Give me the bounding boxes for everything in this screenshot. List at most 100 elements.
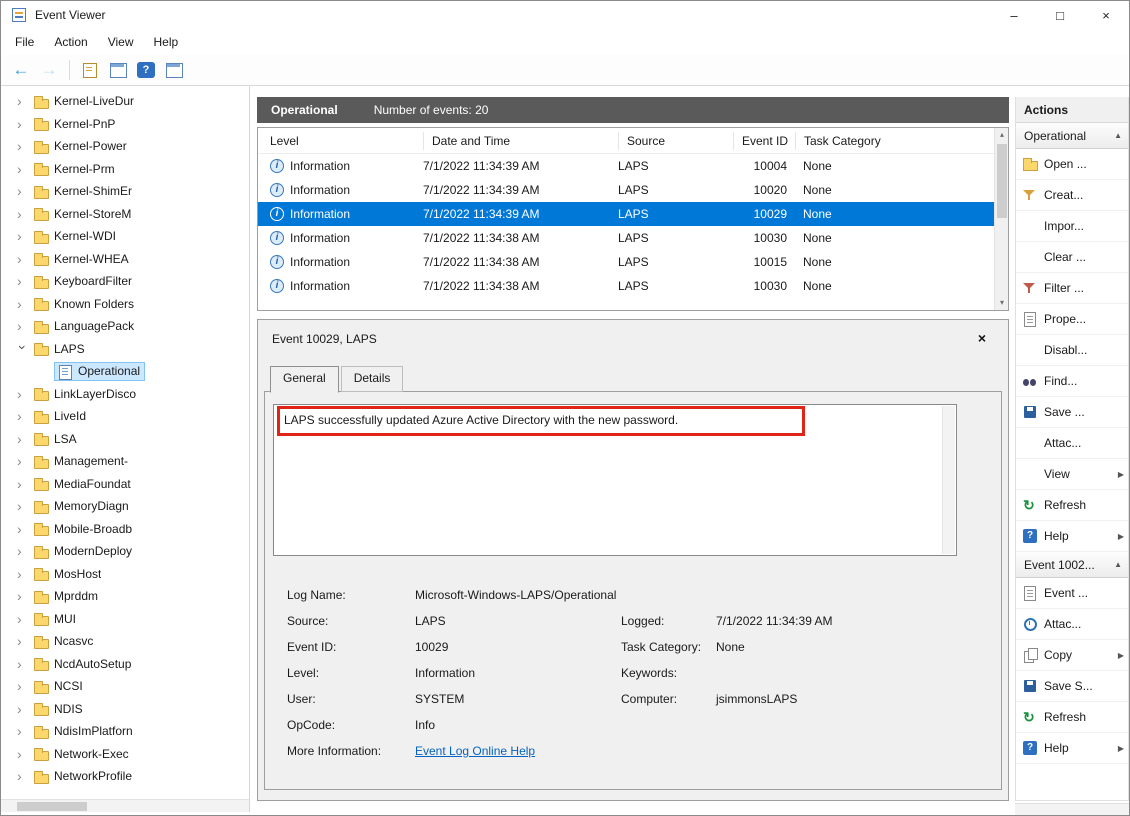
tab-general[interactable]: General <box>270 366 339 393</box>
menu-item[interactable]: Help <box>144 31 189 53</box>
tree-item[interactable]: › MemoryDiagn <box>1 495 249 518</box>
help-icon[interactable]: ? <box>134 58 158 82</box>
tree-item[interactable]: › Ncasvc <box>1 630 249 653</box>
event-row[interactable]: Information 7/1/2022 11:34:38 AM LAPS 10… <box>258 226 994 250</box>
tree-item[interactable]: Operational <box>1 360 249 383</box>
tree-item[interactable]: › Kernel-WHEA <box>1 248 249 271</box>
expander-chevron-icon[interactable]: › <box>17 657 31 671</box>
event-row[interactable]: Information 7/1/2022 11:34:39 AM LAPS 10… <box>258 178 994 202</box>
horizontal-scrollbar[interactable] <box>1 799 249 812</box>
action-item[interactable]: Open ... <box>1016 149 1128 180</box>
expander-chevron-icon[interactable]: › <box>17 567 31 581</box>
expander-chevron-icon[interactable]: › <box>17 769 31 783</box>
expander-chevron-icon[interactable]: › <box>17 589 31 603</box>
scrollbar-thumb[interactable] <box>997 144 1007 218</box>
expander-chevron-icon[interactable]: › <box>17 319 31 333</box>
back-arrow-icon[interactable]: ← <box>9 58 33 82</box>
close-button[interactable]: × <box>1083 1 1129 29</box>
tree-item[interactable]: › LinkLayerDisco <box>1 383 249 406</box>
menu-item[interactable]: File <box>5 31 44 53</box>
tree-item[interactable]: › MediaFoundat <box>1 473 249 496</box>
minimize-button[interactable]: – <box>991 1 1037 29</box>
column-header[interactable]: Date and Time <box>423 132 618 150</box>
tree-item[interactable]: › LAPS <box>1 338 249 361</box>
expander-chevron-icon[interactable]: › <box>17 747 31 761</box>
vertical-scrollbar[interactable]: ▴ ▾ <box>994 128 1008 310</box>
column-header[interactable]: Event ID <box>733 132 795 150</box>
action-item[interactable]: Clear ... <box>1016 242 1128 273</box>
expander-chevron-icon[interactable]: › <box>17 409 31 423</box>
action-item[interactable]: Disabl... <box>1016 335 1128 366</box>
menu-item[interactable]: Action <box>44 31 97 53</box>
tree-item[interactable]: › Mobile-Broadb <box>1 518 249 541</box>
expander-chevron-icon[interactable]: › <box>17 162 31 176</box>
expander-chevron-icon[interactable]: › <box>17 702 31 716</box>
expander-chevron-icon[interactable]: › <box>17 117 31 131</box>
event-log-online-help-link[interactable]: Event Log Online Help <box>415 744 535 758</box>
close-preview-icon[interactable]: × <box>972 328 992 348</box>
expander-chevron-icon[interactable]: › <box>17 477 31 491</box>
column-header[interactable]: Source <box>618 132 733 150</box>
export-list-icon[interactable] <box>78 58 102 82</box>
action-item[interactable]: Creat... <box>1016 180 1128 211</box>
column-header[interactable]: Level <box>258 132 423 150</box>
tree-item[interactable]: › Kernel-Prm <box>1 158 249 181</box>
action-item[interactable]: View ▶ <box>1016 459 1128 490</box>
expander-chevron-icon[interactable]: › <box>17 612 31 626</box>
tree-item[interactable]: › Kernel-ShimEr <box>1 180 249 203</box>
column-header[interactable]: Task Category <box>795 132 994 150</box>
action-item[interactable]: Prope... <box>1016 304 1128 335</box>
expander-chevron-icon[interactable]: › <box>16 345 30 359</box>
scrollbar-thumb[interactable] <box>17 802 87 811</box>
menu-item[interactable]: View <box>98 31 144 53</box>
tree-item[interactable]: › LiveId <box>1 405 249 428</box>
tree-item[interactable]: › NcdAutoSetup <box>1 653 249 676</box>
console-tree-toggle-icon[interactable] <box>106 58 130 82</box>
tree-item[interactable]: › Kernel-LiveDur <box>1 90 249 113</box>
actions-section-event[interactable]: Event 1002... ▲ <box>1016 552 1128 578</box>
expander-chevron-icon[interactable]: › <box>17 274 31 288</box>
action-item[interactable]: Filter ... <box>1016 273 1128 304</box>
message-scrollbar[interactable] <box>942 406 955 554</box>
expander-chevron-icon[interactable]: › <box>17 184 31 198</box>
action-item[interactable]: Save ... <box>1016 397 1128 428</box>
tree-item[interactable]: › NdisImPlatforn <box>1 720 249 743</box>
expander-chevron-icon[interactable]: › <box>17 432 31 446</box>
expander-chevron-icon[interactable]: › <box>17 499 31 513</box>
tree-item[interactable]: › Kernel-Power <box>1 135 249 158</box>
actions-horizontal-scrollbar[interactable] <box>1015 803 1129 815</box>
action-item[interactable]: Help ▶ <box>1016 521 1128 552</box>
tab-details[interactable]: Details <box>341 366 404 392</box>
expander-chevron-icon[interactable]: › <box>17 252 31 266</box>
actions-section-operational[interactable]: Operational ▲ <box>1016 123 1128 149</box>
action-item[interactable]: Copy ▶ <box>1016 640 1128 671</box>
action-item[interactable]: Find... <box>1016 366 1128 397</box>
expander-chevron-icon[interactable]: › <box>17 454 31 468</box>
event-row[interactable]: Information 7/1/2022 11:34:38 AM LAPS 10… <box>258 250 994 274</box>
collapse-icon[interactable]: ▲ <box>1114 131 1122 140</box>
action-item[interactable]: Attac... <box>1016 609 1128 640</box>
expander-chevron-icon[interactable]: › <box>17 297 31 311</box>
action-item[interactable]: Help ▶ <box>1016 733 1128 764</box>
expander-chevron-icon[interactable]: › <box>17 522 31 536</box>
tree-item[interactable]: › Kernel-StoreM <box>1 203 249 226</box>
event-row[interactable]: Information 7/1/2022 11:34:38 AM LAPS 10… <box>258 274 994 298</box>
tree-item[interactable]: › KeyboardFilter <box>1 270 249 293</box>
tree-item[interactable]: › Known Folders <box>1 293 249 316</box>
tree-item[interactable]: › NDIS <box>1 698 249 721</box>
expander-chevron-icon[interactable]: › <box>17 94 31 108</box>
expander-chevron-icon[interactable]: › <box>17 139 31 153</box>
action-item[interactable]: Refresh <box>1016 702 1128 733</box>
tree-item[interactable]: › MUI <box>1 608 249 631</box>
expander-chevron-icon[interactable]: › <box>17 544 31 558</box>
event-row[interactable]: Information 7/1/2022 11:34:39 AM LAPS 10… <box>258 202 994 226</box>
scroll-down-icon[interactable]: ▾ <box>995 296 1009 310</box>
tree-item[interactable]: › LSA <box>1 428 249 451</box>
event-row[interactable]: Information 7/1/2022 11:34:39 AM LAPS 10… <box>258 154 994 178</box>
scroll-up-icon[interactable]: ▴ <box>995 128 1009 142</box>
tree-item[interactable]: › Kernel-PnP <box>1 113 249 136</box>
expander-chevron-icon[interactable]: › <box>17 634 31 648</box>
action-item[interactable]: Attac... <box>1016 428 1128 459</box>
action-item[interactable]: Event ... <box>1016 578 1128 609</box>
expander-chevron-icon[interactable]: › <box>17 679 31 693</box>
